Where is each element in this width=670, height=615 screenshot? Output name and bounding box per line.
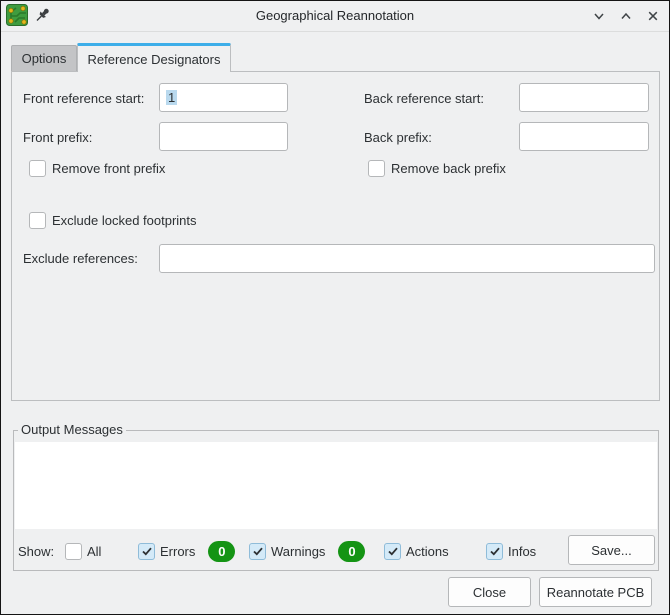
exclude-locked-footprints-checkbox[interactable] [29,212,46,229]
filter-warnings[interactable]: Warnings 0 [249,540,366,562]
close-button-label: Close [472,584,507,600]
filter-infos[interactable]: Infos [486,542,536,560]
filter-actions[interactable]: Actions [384,542,449,560]
remove-back-prefix-checkbox-row[interactable]: Remove back prefix [368,160,506,177]
output-messages-area[interactable] [15,442,657,529]
remove-front-prefix-checkbox[interactable] [29,160,46,177]
filter-actions-label: Actions [406,543,449,559]
exclude-locked-footprints-checkbox-row[interactable]: Exclude locked footprints [29,212,197,229]
checkmark-icon [141,547,152,556]
remove-back-prefix-label: Remove back prefix [391,161,506,176]
back-prefix-input[interactable] [519,122,649,151]
show-filters-label: Show: [18,544,55,559]
remove-front-prefix-checkbox-row[interactable]: Remove front prefix [29,160,165,177]
front-reference-start-label: Front reference start: [23,91,145,106]
front-prefix-label: Front prefix: [23,130,93,145]
close-button[interactable]: Close [448,577,531,607]
exclude-locked-footprints-label: Exclude locked footprints [52,213,197,228]
checkmark-icon [489,547,500,556]
actions-checkbox[interactable] [384,542,401,560]
exclude-references-input[interactable] [159,244,655,273]
back-reference-start-label: Back reference start: [364,91,484,106]
minimize-icon[interactable] [591,9,606,24]
window-controls [591,1,660,31]
front-prefix-input[interactable] [159,122,288,151]
back-prefix-label: Back prefix: [364,130,432,145]
maximize-icon[interactable] [618,9,633,24]
tab-reference-designators-label: Reference Designators [87,51,221,67]
checkmark-icon [252,547,263,556]
errors-count-badge: 0 [208,540,236,562]
filter-warnings-label: Warnings [271,543,326,559]
output-messages-group-label: Output Messages [18,422,126,437]
reannotate-pcb-button-label: Reannotate PCB [546,584,645,600]
reannotate-pcb-button[interactable]: Reannotate PCB [539,577,652,607]
errors-checkbox[interactable] [138,542,155,560]
save-button-label: Save... [591,542,632,558]
front-reference-start-input[interactable]: 1 [159,83,288,112]
exclude-references-label: Exclude references: [23,251,138,266]
geographical-reannotation-dialog: Geographical Reannotation Options Refere… [0,0,670,615]
tab-options-label: Options [21,51,67,66]
back-reference-start-input[interactable] [519,83,649,112]
titlebar[interactable]: Geographical Reannotation [1,1,669,32]
filter-errors-label: Errors [160,543,196,559]
warnings-count-badge: 0 [338,540,366,562]
remove-back-prefix-checkbox[interactable] [368,160,385,177]
window-title: Geographical Reannotation [255,8,415,23]
save-button[interactable]: Save... [568,535,655,565]
filter-errors[interactable]: Errors 0 [138,540,236,562]
all-checkbox[interactable] [65,542,82,560]
filter-all[interactable]: All [65,542,101,560]
close-icon[interactable] [645,9,660,24]
warnings-checkbox[interactable] [249,542,266,560]
front-reference-start-value: 1 [166,90,178,105]
reference-designators-panel [11,71,660,401]
tab-options[interactable]: Options [11,45,77,71]
checkmark-icon [387,547,398,556]
remove-front-prefix-label: Remove front prefix [52,161,166,176]
infos-checkbox[interactable] [486,542,503,560]
tab-reference-designators[interactable]: Reference Designators [77,43,231,72]
filter-infos-label: Infos [508,543,537,559]
filter-all-label: All [87,543,102,559]
